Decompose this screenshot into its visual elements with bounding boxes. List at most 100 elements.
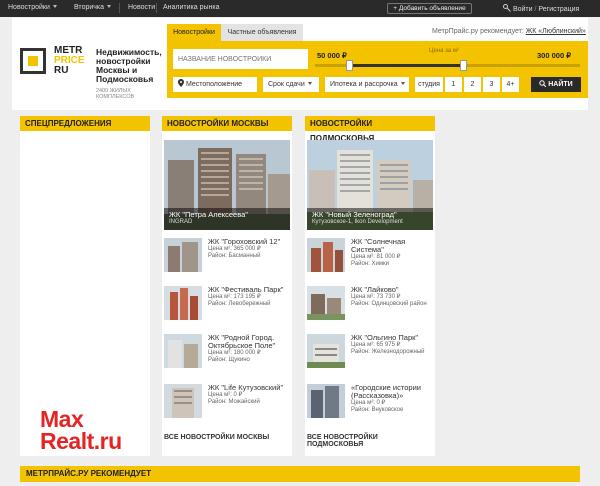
location-select[interactable]: Местоположение [173, 77, 257, 92]
price-slider[interactable] [315, 60, 580, 71]
auth-links: Войти / Регистрация [503, 4, 579, 13]
listing-name: «Городские истории (Рассказовка)» [351, 383, 421, 400]
add-ad-button[interactable]: + Добавить объявление [387, 3, 472, 14]
price-min: 50 000 ₽ [317, 51, 347, 60]
nav-secondary-label: Вторичка [74, 4, 105, 11]
listing-item[interactable]: ЖК "Ольгино Парк" Цена м²: 65 975 ₽ Район:… [307, 334, 433, 376]
featured-listing[interactable]: ЖК "Петра Алексеева" INGRAD [164, 140, 290, 230]
mortgage-select-label: Ипотека и рассрочка [330, 81, 398, 88]
nav-secondary[interactable]: Вторичка [74, 4, 112, 11]
register-link[interactable]: Регистрация [538, 6, 579, 13]
recommend-prefix: МетрПрайс.ру рекомендует: [432, 28, 524, 35]
price-max: 300 000 ₽ [537, 51, 571, 60]
listing-item[interactable]: ЖК "Фестиваль Парк" Цена м²: 173 195 ₽ Рай… [164, 286, 290, 328]
complex-count: 2400 ЖИЛЫХ КОМПЛЕКСОВ [96, 88, 135, 100]
special-offers-title: СПЕЦПРЕДЛОЖЕНИЯ [20, 116, 150, 131]
listing-name: ЖК "Родной Город. Октябрьское Поле" [208, 333, 276, 350]
special-offers-panel: СПЕЦПРЕДЛОЖЕНИЯ [20, 116, 150, 456]
tab-new-buildings[interactable]: Новостройки [167, 24, 221, 41]
listing-name: ЖК "Солнечная Система" [351, 237, 406, 254]
nav-analytics[interactable]: Аналитика рынка [163, 4, 220, 11]
listing-district: Район: Химки [351, 261, 389, 267]
moscow-column-title[interactable]: НОВОСТРОЙКИ МОСКВЫ [162, 116, 292, 131]
listing-district: Район: Одинцовский район [351, 301, 427, 307]
all-region-link[interactable]: ВСЕ НОВОСТРОЙКИ ПОДМОСКОВЬЯ [307, 434, 435, 448]
room-4plus-button[interactable]: 4+ [502, 77, 519, 92]
listing-thumbnail [164, 334, 202, 368]
moscow-region-column-title[interactable]: НОВОСТРОЙКИ ПОДМОСКОВЬЯ [305, 116, 435, 143]
listing-info: ЖК "Солнечная Система" Цена м²: 81 000 ₽ Р… [351, 238, 435, 268]
listing-price: Цена м²: 365 000 ₽ [208, 246, 261, 252]
moscow-new-buildings-column: НОВОСТРОЙКИ МОСКВЫ ЖК "Петра Алексеева" … [162, 116, 292, 456]
price-label: Цена за м² [429, 48, 459, 54]
listing-price: Цена м²: 173 195 ₽ [208, 294, 261, 300]
price-slider-range [349, 64, 464, 67]
room-3-button[interactable]: 3 [483, 77, 500, 92]
listing-item[interactable]: ЖК "Родной Город. Октябрьское Поле" Цена … [164, 334, 290, 376]
listing-info: ЖК "Фестиваль Парк" Цена м²: 173 195 ₽ Рай… [208, 286, 292, 308]
listing-item[interactable]: ЖК "Солнечная Система" Цена м²: 81 000 ₽ Р… [307, 238, 433, 280]
listing-thumbnail [307, 286, 345, 320]
site-header: METR PRICE RU Недвижимость, новостройки … [12, 18, 588, 110]
recommend-section-title: МЕТРПРАЙС.РУ РЕКОМЕНДУЕТ [20, 466, 580, 482]
nav-news[interactable]: Новости [128, 4, 155, 11]
chevron-down-icon [307, 82, 312, 85]
recommend-line: МетрПрайс.ру рекомендует: ЖК «Люблинский… [432, 28, 586, 35]
featured-name: ЖК "Новый Зеленоград" [312, 210, 397, 219]
listing-district: Район: Железнодорожный [351, 349, 425, 355]
listing-district: Район: Левобережный [208, 301, 271, 307]
find-button[interactable]: НАЙТИ [531, 77, 581, 92]
listing-thumbnail [164, 384, 202, 418]
listing-price: Цена м²: 65 975 ₽ [351, 342, 401, 348]
listing-price: Цена м²: 73 730 ₽ [351, 294, 401, 300]
featured-listing[interactable]: ЖК "Новый Зеленоград" Кутузовское-1, Iko… [307, 140, 433, 230]
watermark: Max Realt.ru [40, 406, 122, 453]
featured-caption: ЖК "Петра Алексеева" INGRAD [164, 208, 290, 230]
top-navigation-bar: Новостройки Вторичка Новости Аналитика р… [0, 0, 600, 17]
listing-thumbnail [164, 238, 202, 272]
listing-price: Цена м²: 180 000 ₽ [208, 350, 261, 356]
map-pin-icon [178, 79, 184, 87]
logo-line-3: RU [54, 65, 69, 76]
listing-item[interactable]: «Городские истории (Рассказовка)» Цена м²… [307, 384, 433, 426]
listing-item[interactable]: ЖК "Life Кутузовский" Цена м²: 0 ₽ Район: … [164, 384, 290, 426]
login-link[interactable]: Войти [513, 6, 533, 13]
site-tagline: Недвижимость, новостройки Москвы и Подмо… [96, 47, 162, 84]
listing-district: Район: Щукино [208, 357, 250, 363]
listing-info: ЖК "Гороховский 12" Цена м²: 365 000 ₽ Рай… [208, 238, 292, 260]
room-studio-button[interactable]: студия [415, 77, 443, 92]
listing-info: ЖК "Родной Город. Октябрьское Поле" Цена … [208, 334, 292, 364]
listing-name: ЖК "Лайково" [351, 285, 399, 294]
mortgage-select[interactable]: Ипотека и рассрочка [325, 77, 409, 92]
nav-new-buildings-label: Новостройки [8, 4, 50, 11]
listing-info: ЖК "Ольгино Парк" Цена м²: 65 975 ₽ Район:… [351, 334, 435, 356]
key-icon [503, 4, 511, 12]
recommend-link[interactable]: ЖК «Люблинский» [526, 28, 586, 35]
listing-name: ЖК "Ольгино Парк" [351, 333, 419, 342]
featured-developer: INGRAD [169, 219, 193, 225]
nav-new-buildings[interactable]: Новостройки [8, 4, 57, 11]
search-panel: 50 000 ₽ Цена за м² 300 000 ₽ Местополож… [167, 41, 588, 98]
listing-item[interactable]: ЖК "Гороховский 12" Цена м²: 365 000 ₽ Рай… [164, 238, 290, 280]
listing-item[interactable]: ЖК "Лайково" Цена м²: 73 730 ₽ Район: Один… [307, 286, 433, 328]
room-1-button[interactable]: 1 [445, 77, 462, 92]
price-slider-min-handle[interactable] [346, 60, 354, 71]
listing-name: ЖК "Гороховский 12" [208, 237, 281, 246]
price-slider-max-handle[interactable] [460, 60, 468, 71]
search-input[interactable] [173, 49, 308, 69]
featured-caption: ЖК "Новый Зеленоград" Кутузовское-1, Iko… [307, 208, 433, 230]
listing-district: Район: Басманный [208, 253, 261, 259]
location-select-label: Местоположение [185, 81, 243, 88]
listing-info: «Городские истории (Рассказовка)» Цена м²… [351, 384, 435, 414]
logo-icon[interactable] [20, 48, 46, 74]
logo-wordmark[interactable]: METR PRICE RU [54, 46, 85, 76]
all-moscow-link[interactable]: ВСЕ НОВОСТРОЙКИ МОСКВЫ [164, 434, 269, 441]
listing-info: ЖК "Life Кутузовский" Цена м²: 0 ₽ Район: … [208, 384, 292, 406]
room-2-button[interactable]: 2 [464, 77, 481, 92]
tab-private-ads[interactable]: Частные объявления [221, 24, 303, 41]
watermark-line-1: Max [40, 406, 84, 432]
listing-thumbnail [307, 238, 345, 272]
listing-thumbnail [307, 334, 345, 368]
chevron-down-icon [52, 5, 57, 8]
deadline-select[interactable]: Срок сдачи [263, 77, 319, 92]
